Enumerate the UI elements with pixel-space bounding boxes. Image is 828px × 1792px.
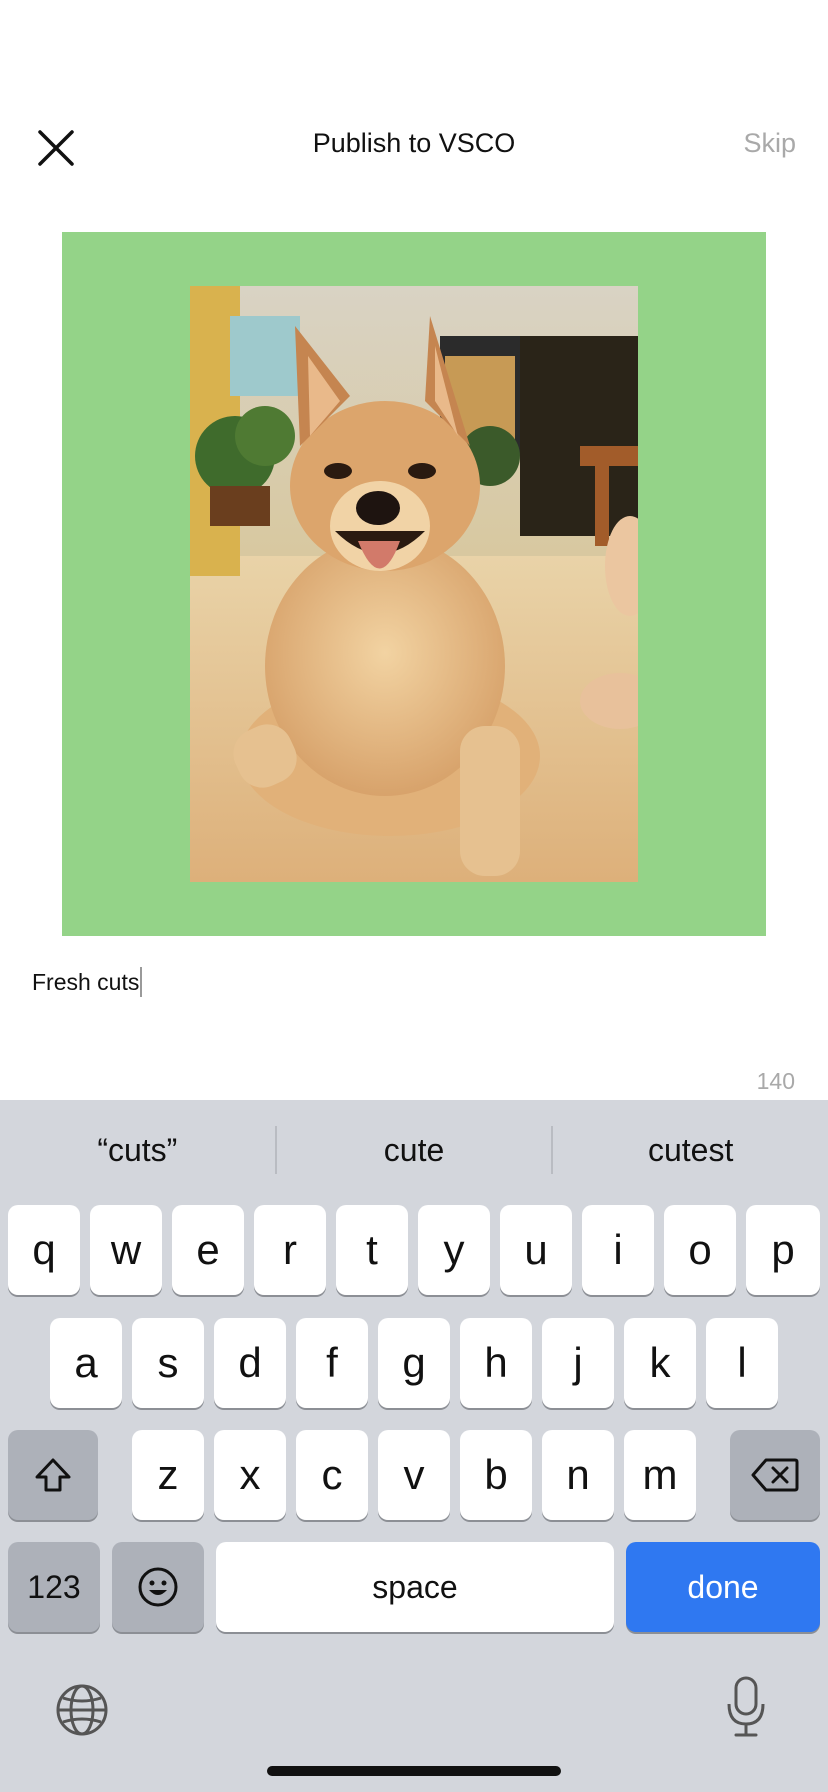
space-key[interactable]: space: [216, 1542, 614, 1632]
key-i[interactable]: i: [582, 1205, 654, 1295]
publish-header: Publish to VSCO Skip: [0, 90, 828, 200]
key-e[interactable]: e: [172, 1205, 244, 1295]
suggestion-item[interactable]: “cuts”: [0, 1132, 275, 1169]
key-a[interactable]: a: [50, 1318, 122, 1408]
globe-button[interactable]: [54, 1682, 110, 1738]
key-l[interactable]: l: [706, 1318, 778, 1408]
done-key[interactable]: done: [626, 1542, 820, 1632]
home-indicator[interactable]: [267, 1766, 561, 1776]
key-y[interactable]: y: [418, 1205, 490, 1295]
caption-input[interactable]: Fresh cuts: [32, 962, 796, 1002]
key-h[interactable]: h: [460, 1318, 532, 1408]
key-q[interactable]: q: [8, 1205, 80, 1295]
key-u[interactable]: u: [500, 1205, 572, 1295]
caption-text: Fresh cuts: [32, 968, 140, 995]
key-m[interactable]: m: [624, 1430, 696, 1520]
keyboard: “cuts” cute cutest q w e r t y u i o p a…: [0, 1100, 828, 1792]
text-cursor: [140, 967, 143, 997]
key-d[interactable]: d: [214, 1318, 286, 1408]
dog-photo: [190, 286, 638, 882]
key-n[interactable]: n: [542, 1430, 614, 1520]
globe-icon: [56, 1684, 108, 1736]
key-f[interactable]: f: [296, 1318, 368, 1408]
character-count: 140: [756, 1068, 795, 1094]
key-j[interactable]: j: [542, 1318, 614, 1408]
key-r[interactable]: r: [254, 1205, 326, 1295]
numbers-key[interactable]: 123: [8, 1542, 100, 1632]
shift-icon: [35, 1458, 71, 1492]
key-g[interactable]: g: [378, 1318, 450, 1408]
key-s[interactable]: s: [132, 1318, 204, 1408]
key-t[interactable]: t: [336, 1205, 408, 1295]
backspace-icon: [751, 1458, 799, 1492]
key-o[interactable]: o: [664, 1205, 736, 1295]
key-b[interactable]: b: [460, 1430, 532, 1520]
key-w[interactable]: w: [90, 1205, 162, 1295]
key-z[interactable]: z: [132, 1430, 204, 1520]
dictation-button[interactable]: [726, 1676, 766, 1738]
key-p[interactable]: p: [746, 1205, 820, 1295]
shift-key[interactable]: [8, 1430, 98, 1520]
suggestion-item[interactable]: cutest: [553, 1132, 828, 1169]
emoji-icon: [138, 1567, 178, 1607]
backspace-key[interactable]: [730, 1430, 820, 1520]
key-v[interactable]: v: [378, 1430, 450, 1520]
skip-button[interactable]: Skip: [743, 128, 796, 159]
key-k[interactable]: k: [624, 1318, 696, 1408]
suggestion-bar: “cuts” cute cutest: [0, 1100, 828, 1200]
photo-frame: [62, 232, 766, 936]
microphone-icon: [727, 1676, 765, 1737]
page-title: Publish to VSCO: [312, 128, 516, 158]
suggestion-item[interactable]: cute: [277, 1132, 552, 1169]
key-c[interactable]: c: [296, 1430, 368, 1520]
emoji-key[interactable]: [112, 1542, 204, 1632]
key-x[interactable]: x: [214, 1430, 286, 1520]
